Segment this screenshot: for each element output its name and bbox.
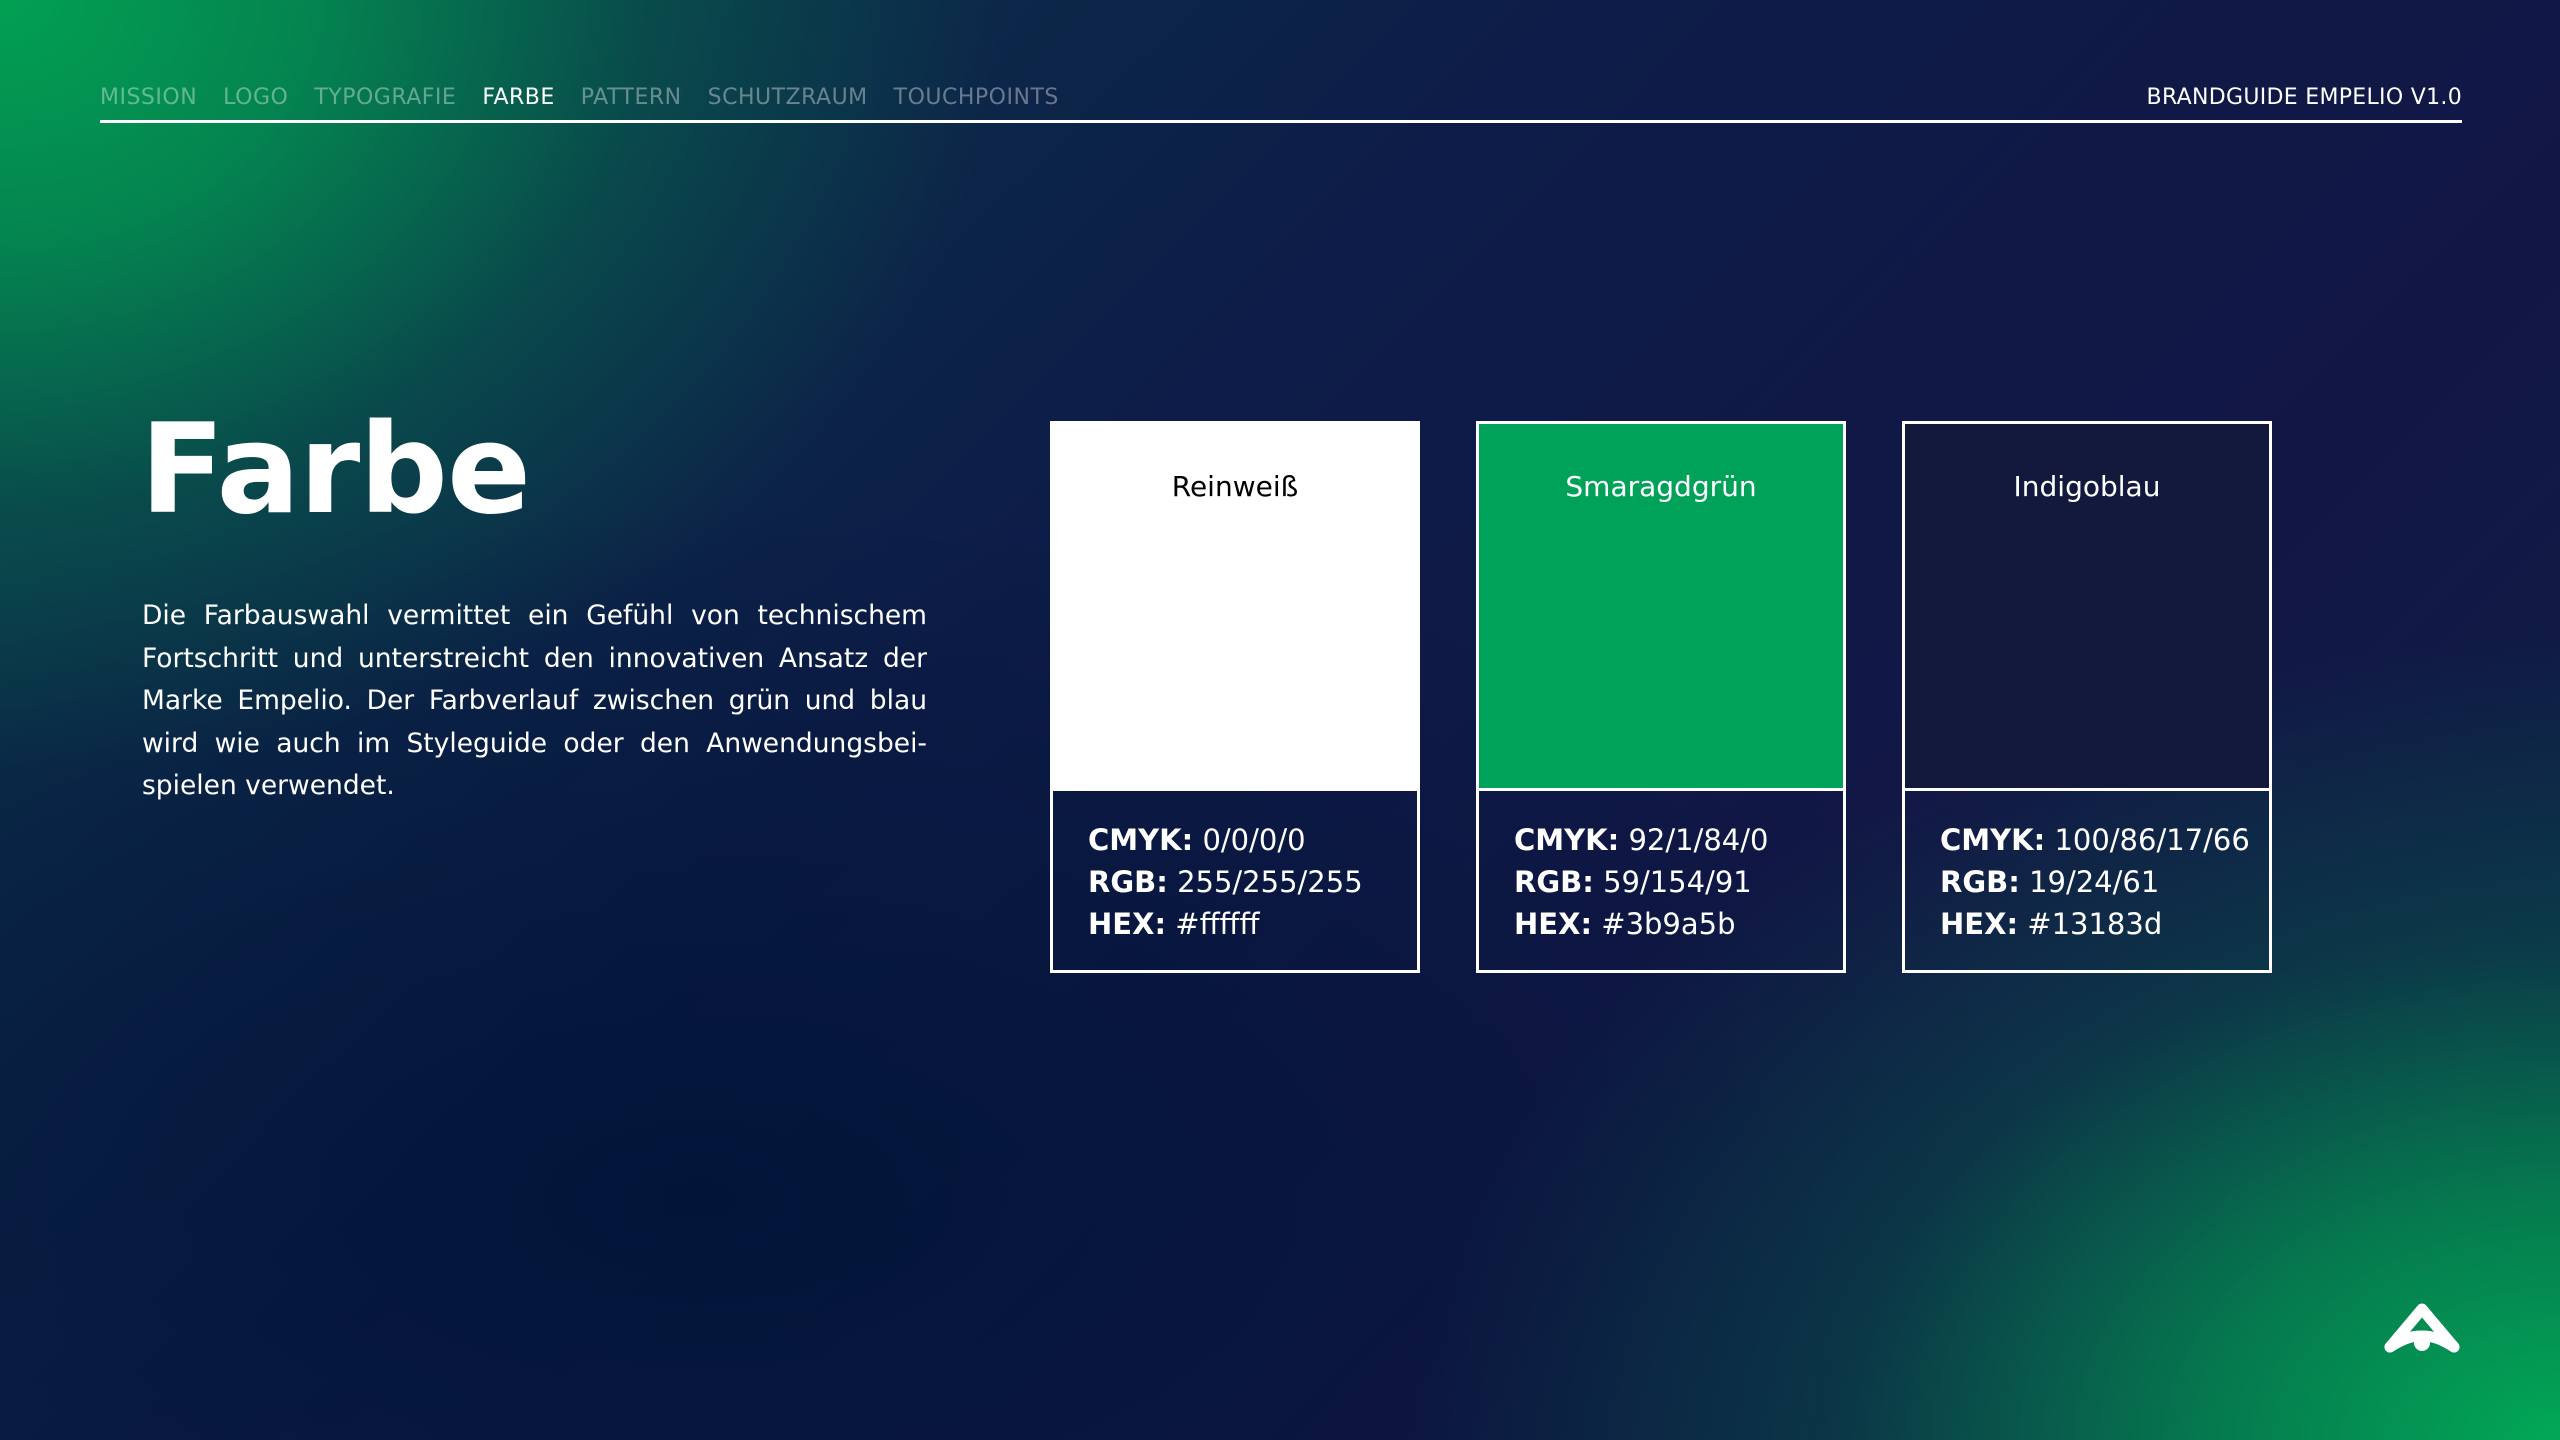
section-tabs: MISSION LOGO TYPOGRAFIE FARBE PATTERN SC… (100, 78, 1059, 118)
empelio-logo-icon (2384, 1303, 2460, 1353)
cmyk-label: CMYK: (1514, 823, 1620, 857)
rgb-value: 59/154/91 (1603, 865, 1752, 899)
swatch-values: CMYK: 92/1/84/0 RGB: 59/154/91 HEX: #3b9… (1479, 791, 1843, 970)
rgb-label: RGB: (1088, 865, 1168, 899)
cmyk-label: CMYK: (1088, 823, 1194, 857)
swatch-values: CMYK: 100/86/17/66 RGB: 19/24/61 HEX: #1… (1905, 791, 2269, 970)
nav-tab-touchpoints[interactable]: TOUCHPOINTS (894, 78, 1059, 118)
swatch-values: CMYK: 0/0/0/0 RGB: 255/255/255 HEX: #fff… (1053, 791, 1417, 970)
nav-tab-farbe[interactable]: FARBE (482, 78, 554, 118)
cmyk-value: 92/1/84/0 (1628, 823, 1769, 857)
hex-label: HEX: (1514, 907, 1593, 941)
intro-paragraph: Die Farbauswahl vermittet ein Gefühl von… (142, 600, 927, 801)
nav-tab-pattern[interactable]: PATTERN (581, 78, 682, 118)
hex-value-line: HEX: #13183d (1940, 903, 2269, 945)
cmyk-value-line: CMYK: 0/0/0/0 (1088, 819, 1417, 861)
hex-value: #13183d (2027, 907, 2163, 941)
rgb-value: 255/255/255 (1177, 865, 1363, 899)
rgb-value-line: RGB: 255/255/255 (1088, 861, 1417, 903)
rgb-value-line: RGB: 19/24/61 (1940, 861, 2269, 903)
rgb-label: RGB: (1940, 865, 2020, 899)
swatch-color-fill: Smaragdgrün (1479, 424, 1843, 791)
rgb-value-line: RGB: 59/154/91 (1514, 861, 1843, 903)
brandguide-version: BRANDGUIDE EMPELIO V1.0 (2146, 85, 2462, 110)
swatch-indigoblau: Indigoblau CMYK: 100/86/17/66 RGB: 19/24… (1902, 421, 2272, 973)
nav-tab-logo[interactable]: LOGO (223, 78, 288, 118)
hex-label: HEX: (1088, 907, 1167, 941)
cmyk-value: 100/86/17/66 (2054, 823, 2250, 857)
hex-label: HEX: (1940, 907, 2019, 941)
swatch-name: Smaragdgrün (1565, 470, 1757, 503)
hex-value: #3b9a5b (1601, 907, 1736, 941)
hex-value: #ffffff (1175, 907, 1260, 941)
rgb-label: RGB: (1514, 865, 1594, 899)
nav-tab-schutzraum[interactable]: SCHUTZRAUM (708, 78, 868, 118)
swatch-name: Reinweiß (1171, 470, 1299, 503)
page-title: Farbe (140, 398, 531, 542)
swatch-reinweiss: Reinweiß CMYK: 0/0/0/0 RGB: 255/255/255 … (1050, 421, 1420, 973)
swatch-smaragdgruen: Smaragdgrün CMYK: 92/1/84/0 RGB: 59/154/… (1476, 421, 1846, 973)
top-navigation: MISSION LOGO TYPOGRAFIE FARBE PATTERN SC… (100, 78, 2462, 123)
hex-value-line: HEX: #3b9a5b (1514, 903, 1843, 945)
cmyk-value-line: CMYK: 100/86/17/66 (1940, 819, 2269, 861)
nav-tab-typografie[interactable]: TYPOGRAFIE (314, 78, 456, 118)
cmyk-value: 0/0/0/0 (1202, 823, 1306, 857)
nav-tab-mission[interactable]: MISSION (100, 78, 197, 118)
swatch-name: Indigoblau (2013, 470, 2161, 503)
hex-value-line: HEX: #ffffff (1088, 903, 1417, 945)
rgb-value: 19/24/61 (2029, 865, 2160, 899)
cmyk-label: CMYK: (1940, 823, 2046, 857)
swatch-color-fill: Indigoblau (1905, 424, 2269, 791)
cmyk-value-line: CMYK: 92/1/84/0 (1514, 819, 1843, 861)
color-swatches: Reinweiß CMYK: 0/0/0/0 RGB: 255/255/255 … (1050, 421, 2272, 973)
swatch-color-fill: Reinweiß (1053, 424, 1417, 791)
